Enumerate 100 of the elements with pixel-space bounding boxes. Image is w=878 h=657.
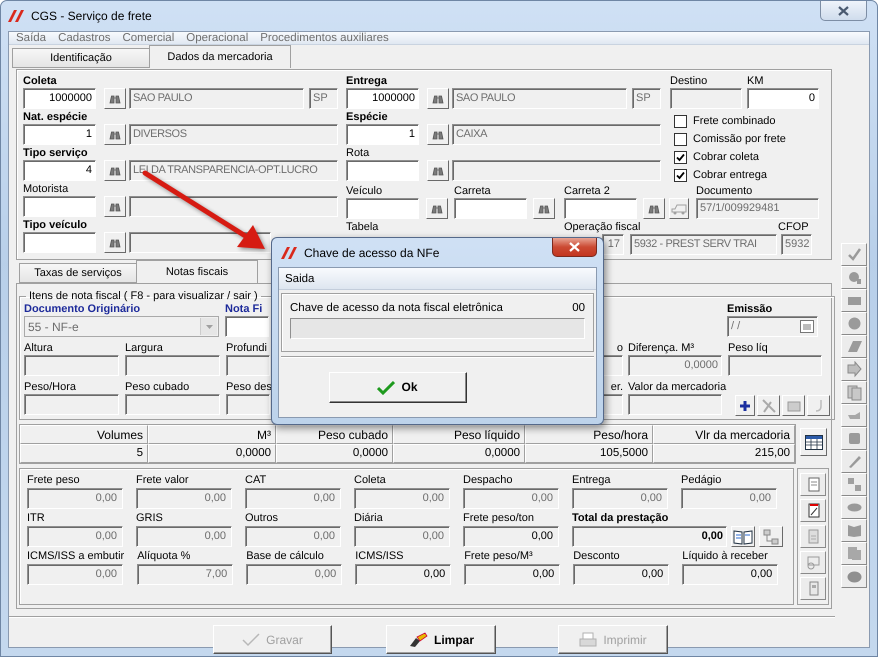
toolbar-button[interactable] [841,335,867,358]
toolbar-button[interactable] [841,473,867,496]
text-field[interactable] [602,355,623,376]
date-field[interactable]: / / [727,316,818,337]
text-field[interactable] [290,318,585,339]
menu-item[interactable]: Cadastros [52,32,116,44]
tab[interactable]: Dados da mercadoria [149,45,291,68]
text-field[interactable] [226,394,270,415]
text-field[interactable] [602,394,623,415]
toolbar-button[interactable] [841,266,867,289]
input-field[interactable]: 4 [23,160,96,181]
input-field[interactable] [23,232,96,253]
toolbar-button[interactable] [841,427,867,450]
toolbar-button[interactable] [841,496,867,519]
input-field[interactable] [346,160,419,181]
toolbar-button[interactable] [841,381,867,404]
input-field[interactable]: 1 [346,124,419,145]
text-field[interactable]: SAO PAULO [452,88,627,109]
text-field[interactable] [670,88,742,109]
menu-item[interactable]: Procedimentos auxiliares [254,32,395,44]
close-button[interactable] [820,1,867,21]
tool-button[interactable] [800,473,826,496]
checkbox[interactable] [674,150,687,164]
toolbar-button[interactable] [841,358,867,381]
text-field[interactable]: 5932 [781,234,812,255]
text-field[interactable]: SP [309,88,338,109]
lookup-button[interactable] [104,124,126,145]
tool-button[interactable] [757,395,780,416]
input-field[interactable] [454,198,527,219]
checkbox[interactable] [674,168,687,182]
lookup-button[interactable] [643,198,665,219]
tool-button[interactable] [807,395,830,416]
text-field[interactable]: CAIXA [452,124,661,145]
tab[interactable]: Taxas de serviços [19,263,137,283]
book-button[interactable] [731,526,755,547]
input-field[interactable] [346,198,419,219]
checkbox[interactable] [674,114,687,128]
checkbox[interactable] [674,132,687,146]
tab[interactable]: Notas fiscais [136,260,258,283]
text-field[interactable]: 0,0000 [628,355,722,376]
text-field[interactable] [125,394,220,415]
menu-item[interactable]: Saída [10,32,52,44]
text-field[interactable]: 5932 - PREST SERV TRAI [630,234,777,255]
toolbar-button[interactable] [841,542,867,565]
ok-button[interactable]: Ok [328,372,466,402]
toolbar-button[interactable] [841,404,867,427]
total-field[interactable]: 0,00 [572,526,727,547]
text-field[interactable] [628,394,722,415]
tool-button[interactable] [800,499,826,522]
text-field[interactable]: 17 [602,234,624,255]
input-field[interactable]: 1000000 [23,88,96,109]
toolbar-button[interactable] [841,312,867,335]
tool-button[interactable] [759,526,783,547]
lookup-button[interactable] [426,198,448,219]
tab[interactable]: Identificação [12,48,150,68]
lookup-button[interactable] [104,160,126,181]
toolbar-button[interactable] [841,289,867,312]
table-button[interactable] [800,428,827,456]
lookup-button[interactable] [104,196,126,217]
dropdown[interactable]: 55 - NF-e [24,316,219,337]
text-field[interactable]: SP [632,88,661,109]
text-field[interactable] [728,355,822,376]
text-field[interactable] [226,355,270,376]
text-field[interactable] [24,394,119,415]
text-field[interactable]: 0,00 [355,564,452,585]
text-field[interactable]: 0,00 [573,564,670,585]
menu-item[interactable]: Comercial [116,32,180,44]
text-field[interactable] [125,355,220,376]
text-field[interactable]: 0,00 [682,564,778,585]
input-field[interactable] [225,316,269,337]
action-button[interactable]: Limpar [386,625,496,654]
lookup-button[interactable] [427,88,449,109]
input-field[interactable]: 1000000 [346,88,419,109]
text-field[interactable]: DIVERSOS [129,124,338,145]
toolbar-button[interactable] [841,519,867,542]
toolbar-button[interactable] [841,565,867,588]
lookup-button[interactable] [104,88,126,109]
toolbar-button[interactable] [841,450,867,473]
add-button[interactable] [735,395,756,416]
text-field[interactable] [24,355,119,376]
close-button[interactable] [552,238,597,257]
text-field[interactable] [452,160,661,181]
input-field[interactable]: 0 [747,88,819,109]
text-field[interactable]: 0,00 [463,526,559,547]
menu-item[interactable]: Saida [285,272,314,284]
text-field[interactable]: 0,00 [464,564,560,585]
text-field[interactable]: 57/1/009929481 [696,198,819,219]
text-field[interactable]: SAO PAULO [129,88,304,109]
menu-item[interactable]: Operacional [180,32,254,44]
lookup-button[interactable] [533,198,555,219]
input-field[interactable] [23,196,96,217]
lookup-button[interactable] [427,124,449,145]
truck-button[interactable] [669,198,689,219]
input-field[interactable]: 1 [23,124,96,145]
toolbar-button[interactable] [841,243,867,266]
input-field[interactable] [564,198,637,219]
lookup-button[interactable] [104,232,126,253]
text-field[interactable] [129,196,338,217]
tool-button[interactable] [782,395,806,416]
lookup-button[interactable] [427,160,449,181]
